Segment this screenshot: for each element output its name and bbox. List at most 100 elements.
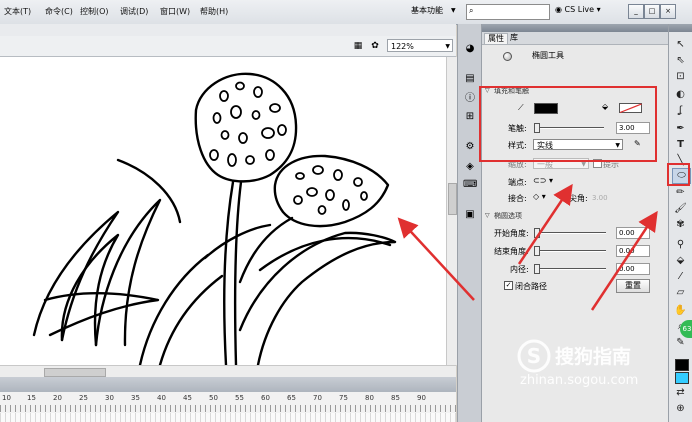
stroke-color-swatch[interactable]: [675, 359, 689, 371]
end-angle-label: 结束角度:: [494, 247, 529, 256]
menu-bar: 文本(T) 命令(C) 控制(O) 调试(D) 窗口(W) 帮助(H) 基本功能…: [0, 0, 692, 25]
chevron-down-icon[interactable]: ▼: [451, 7, 456, 14]
frame-number: 70: [313, 394, 322, 402]
watermark-url: zhinan.sogou.com: [520, 373, 639, 388]
cap-style-select[interactable]: ⊂⊃ ▾: [533, 176, 553, 185]
paint-bucket-tool-icon[interactable]: ⬙: [672, 254, 689, 268]
leaf-low: [43, 292, 160, 337]
slider-knob[interactable]: [534, 264, 540, 274]
svg-text:S: S: [527, 344, 541, 368]
bone-tool-icon[interactable]: ⚲: [672, 238, 689, 252]
ellipse-tool-icon: [503, 52, 512, 61]
frame-number: 80: [365, 394, 374, 402]
sogou-watermark: S 搜狗指南 zhinan.sogou.com: [510, 339, 670, 400]
minimize-button[interactable]: _: [628, 4, 644, 19]
oval-tool-highlight-box: [667, 163, 690, 186]
panel-title-bar[interactable]: [669, 24, 692, 32]
zoom-value: 122%: [391, 42, 414, 51]
frame-number: 25: [79, 394, 88, 402]
frame-number: 35: [131, 394, 140, 402]
tab-properties[interactable]: 属性: [484, 33, 508, 44]
palette-icon[interactable]: ◕: [463, 42, 477, 56]
fill-color-swatch[interactable]: [675, 372, 689, 384]
maximize-button[interactable]: □: [644, 4, 660, 19]
close-path-label: 闭合路径: [515, 282, 547, 291]
info-icon[interactable]: ⓘ: [463, 92, 477, 106]
code-snippets-icon[interactable]: ⌨: [463, 178, 477, 192]
lotus-drawing: [32, 72, 397, 367]
slider-knob[interactable]: [534, 228, 540, 238]
edit-symbols-icon[interactable]: ▦: [352, 40, 364, 52]
inner-radius-slider[interactable]: [534, 268, 606, 270]
close-path-checkbox[interactable]: ✓: [504, 281, 513, 290]
subselection-tool-icon[interactable]: ⇖: [672, 54, 689, 68]
frame-number: 60: [261, 394, 270, 402]
menu-debug[interactable]: 调试(D): [120, 6, 148, 17]
hand-tool-icon[interactable]: ✋: [672, 304, 689, 318]
start-angle-field[interactable]: 0.00: [616, 227, 650, 239]
selection-tool-icon[interactable]: ↖: [672, 38, 689, 52]
motion-presets-icon[interactable]: ◈: [463, 160, 477, 174]
panel-title-bar[interactable]: [482, 24, 669, 32]
menu-control[interactable]: 控制(O): [80, 6, 109, 17]
frame-number: 20: [53, 394, 62, 402]
menu-commands[interactable]: 命令(C): [45, 6, 73, 17]
search-input[interactable]: ⌕: [466, 4, 550, 20]
slider-knob[interactable]: [534, 246, 540, 256]
text-tool-icon[interactable]: T: [672, 138, 689, 152]
movie-explorer-icon[interactable]: ▣: [463, 208, 477, 222]
brush-tool-icon[interactable]: 🖌: [672, 202, 689, 216]
free-transform-tool-icon[interactable]: ⊡: [672, 70, 689, 84]
miter-value[interactable]: 3.00: [592, 194, 608, 202]
scroll-thumb[interactable]: [448, 183, 457, 215]
deco-tool-icon[interactable]: ✾: [672, 218, 689, 232]
stem-2: [238, 216, 294, 284]
start-angle-label: 开始角度:: [494, 229, 529, 238]
eyedropper-tool-icon[interactable]: ⁄: [672, 270, 689, 284]
align-icon[interactable]: ▤: [463, 72, 477, 86]
lotus-pod-1: [194, 72, 298, 183]
stem-1b: [233, 180, 243, 367]
inner-radius-field[interactable]: 0.00: [616, 263, 650, 275]
lasso-tool-icon[interactable]: ʆ: [672, 104, 689, 118]
stage-canvas[interactable]: [0, 57, 446, 367]
inner-radius-label: 内径:: [510, 265, 529, 274]
frame-number: 65: [287, 394, 296, 402]
components-icon[interactable]: ⚙: [463, 140, 477, 154]
zoom-select[interactable]: 122% ▼: [387, 39, 453, 52]
pen-tool-icon[interactable]: ✒: [672, 122, 689, 136]
scroll-thumb[interactable]: [44, 368, 106, 377]
stroke-color-icon[interactable]: ✎: [672, 336, 689, 350]
leaf-left-2: [60, 233, 120, 347]
edit-scene-icon[interactable]: ✿: [369, 40, 381, 52]
3d-rotation-tool-icon[interactable]: ◐: [672, 88, 689, 102]
menu-text[interactable]: 文本(T): [4, 6, 31, 17]
eraser-tool-icon[interactable]: ▱: [672, 286, 689, 300]
frame-number: 55: [235, 394, 244, 402]
swap-colors-icon[interactable]: ⇄: [672, 386, 689, 400]
edit-bar: ▦ ✿ 122% ▼: [0, 36, 456, 57]
workspace-switcher[interactable]: 基本功能: [411, 5, 443, 16]
start-angle-slider[interactable]: [534, 232, 606, 234]
frame-number: 45: [183, 394, 192, 402]
transform-icon[interactable]: ⊞: [463, 110, 477, 124]
end-angle-slider[interactable]: [534, 250, 606, 252]
pencil-tool-icon[interactable]: ✏: [672, 186, 689, 200]
join-style-select[interactable]: ◇ ▾: [533, 192, 546, 201]
close-button[interactable]: ×: [660, 4, 676, 19]
tab-library[interactable]: 库: [507, 33, 521, 43]
timeline-ruler[interactable]: 10 15 20 25 30 35 40 45 50 55 60 65 70 7…: [0, 392, 456, 422]
vertical-scrollbar[interactable]: [446, 57, 457, 365]
frame-row[interactable]: [0, 413, 456, 422]
menu-help[interactable]: 帮助(H): [200, 6, 228, 17]
reset-button[interactable]: 重置: [616, 279, 650, 293]
snap-icon[interactable]: ⊕: [672, 402, 689, 416]
cs-live-button[interactable]: ◉ CS Live ▾: [555, 5, 601, 14]
ruler-ticks: [0, 405, 456, 412]
badge[interactable]: 63: [680, 320, 692, 338]
end-angle-field[interactable]: 0.00: [616, 245, 650, 257]
ellipse-section-header[interactable]: ▽ 椭圆选项: [482, 211, 669, 221]
cap-label: 端点:: [508, 178, 527, 187]
frame-number: 75: [339, 394, 348, 402]
menu-window[interactable]: 窗口(W): [160, 6, 190, 17]
